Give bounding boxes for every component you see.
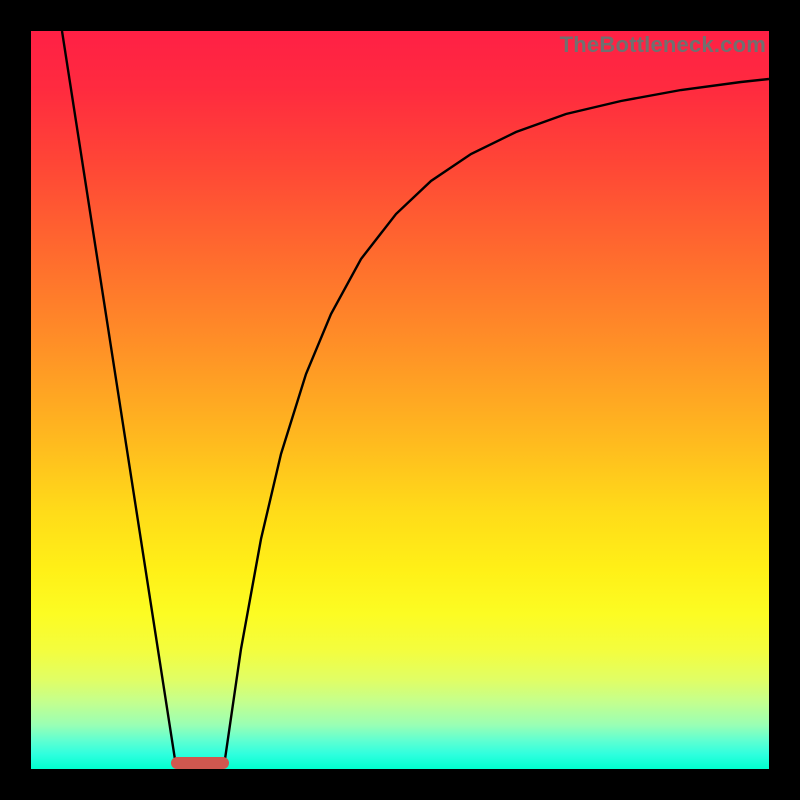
bottleneck-curve <box>31 31 769 769</box>
right-curve-line <box>224 79 769 766</box>
plot-area <box>31 31 769 769</box>
chart-frame: TheBottleneck.com <box>0 0 800 800</box>
watermark-label: TheBottleneck.com <box>560 32 766 58</box>
left-leg-line <box>62 31 176 766</box>
optimal-range-bar <box>171 757 229 769</box>
